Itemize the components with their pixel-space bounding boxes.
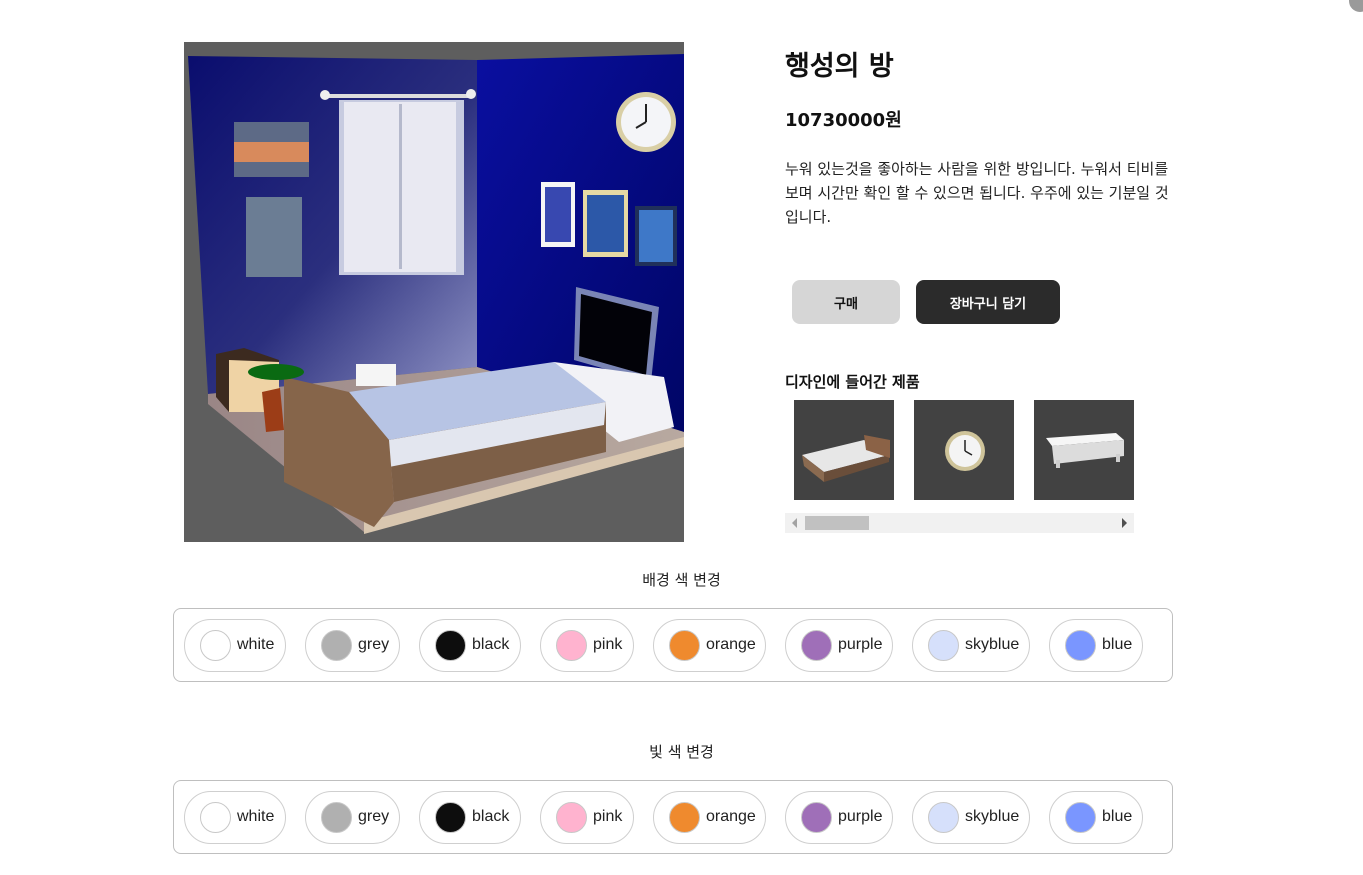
light-color-skyblue[interactable]: skyblue — [912, 791, 1030, 844]
color-swatch — [1065, 802, 1096, 833]
color-swatch — [801, 802, 832, 833]
room-3d-preview[interactable] — [184, 42, 684, 542]
color-label: white — [237, 808, 275, 825]
scrollbar-thumb[interactable] — [805, 516, 869, 530]
color-swatch — [801, 630, 832, 661]
wall-clock-icon — [945, 431, 985, 471]
product-thumb-tv-stand[interactable] — [1034, 400, 1134, 500]
color-swatch — [321, 630, 352, 661]
corner-indicator — [1349, 0, 1363, 12]
bg-color-white[interactable]: white — [184, 619, 286, 672]
add-to-cart-button[interactable]: 장바구니 담기 — [916, 280, 1060, 324]
color-swatch — [928, 802, 959, 833]
color-swatch — [321, 802, 352, 833]
room-render — [184, 42, 684, 542]
light-color-white[interactable]: white — [184, 791, 286, 844]
bg-color-orange[interactable]: orange — [653, 619, 766, 672]
color-label: blue — [1102, 808, 1133, 825]
tv-stand-icon — [1046, 433, 1124, 468]
light-color-pink[interactable]: pink — [540, 791, 634, 844]
background-color-label: 배경 색 변경 — [642, 571, 721, 589]
light-color-black[interactable]: black — [419, 791, 521, 844]
buy-button[interactable]: 구매 — [792, 280, 900, 324]
color-label: black — [472, 808, 510, 825]
product-description: 누워 있는것을 좋아하는 사람을 위한 방입니다. 누워서 티비를 보며 시간만… — [785, 160, 1169, 226]
color-swatch — [435, 802, 466, 833]
color-label: black — [472, 636, 510, 653]
included-products-heading: 디자인에 들어간 제품 — [785, 373, 920, 391]
product-thumb-bed[interactable] — [794, 400, 894, 500]
bg-color-black[interactable]: black — [419, 619, 521, 672]
bg-color-purple[interactable]: purple — [785, 619, 893, 672]
light-color-purple[interactable]: purple — [785, 791, 893, 844]
color-swatch — [556, 802, 587, 833]
color-label: skyblue — [965, 636, 1020, 653]
color-label: orange — [706, 636, 756, 653]
color-swatch — [669, 802, 700, 833]
included-products-list — [794, 400, 1134, 500]
color-label: pink — [593, 808, 623, 825]
scroll-left-icon[interactable] — [792, 518, 797, 528]
light-color-grey[interactable]: grey — [305, 791, 400, 844]
color-label: blue — [1102, 636, 1133, 653]
scroll-right-icon[interactable] — [1122, 518, 1127, 528]
bg-color-pink[interactable]: pink — [540, 619, 634, 672]
bg-color-grey[interactable]: grey — [305, 619, 400, 672]
color-label: skyblue — [965, 808, 1020, 825]
bg-color-skyblue[interactable]: skyblue — [912, 619, 1030, 672]
color-label: pink — [593, 636, 623, 653]
bg-color-blue[interactable]: blue — [1049, 619, 1143, 672]
bed-icon — [802, 435, 890, 482]
color-swatch — [200, 802, 231, 833]
color-swatch — [200, 630, 231, 661]
product-price: 10730000원 — [785, 110, 902, 131]
color-swatch — [669, 630, 700, 661]
product-thumb-clock[interactable] — [914, 400, 1014, 500]
color-swatch — [435, 630, 466, 661]
light-color-orange[interactable]: orange — [653, 791, 766, 844]
color-label: purple — [838, 636, 883, 653]
color-label: orange — [706, 808, 756, 825]
color-swatch — [928, 630, 959, 661]
light-color-palette: white grey black pink orange purple skyb… — [173, 780, 1173, 854]
color-label: purple — [838, 808, 883, 825]
background-color-palette: white grey black pink orange purple skyb… — [173, 608, 1173, 682]
light-color-label: 빛 색 변경 — [649, 743, 714, 761]
color-label: grey — [358, 636, 390, 653]
product-title: 행성의 방 — [785, 51, 894, 82]
light-color-blue[interactable]: blue — [1049, 791, 1143, 844]
color-label: white — [237, 636, 275, 653]
products-scrollbar[interactable] — [785, 513, 1134, 533]
color-swatch — [556, 630, 587, 661]
color-swatch — [1065, 630, 1096, 661]
color-label: grey — [358, 808, 390, 825]
